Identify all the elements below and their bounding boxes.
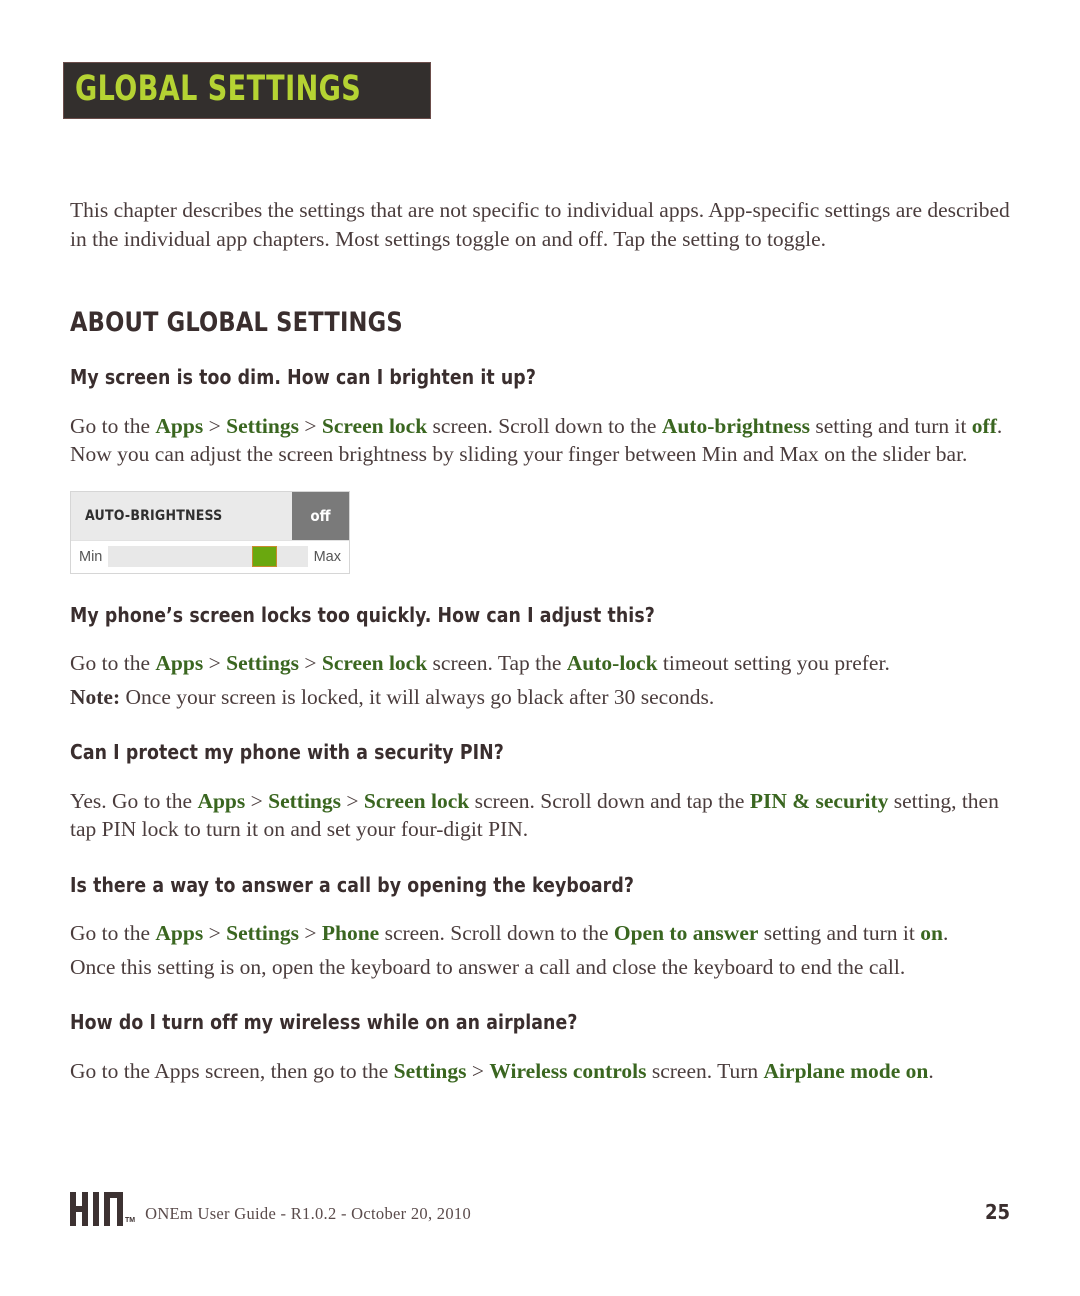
faq-answer-note: Note: Once your screen is locked, it wil…	[70, 683, 1010, 712]
inline-term-green: Settings	[226, 921, 299, 945]
inline-text: Go to the	[70, 651, 156, 675]
faq-question: Can I protect my phone with a security P…	[70, 740, 504, 764]
faq-answer: Go to the Apps > Settings > Phone screen…	[70, 919, 1010, 948]
page-footer: TM ONEm User Guide - R1.0.2 - October 20…	[70, 1192, 1010, 1226]
inline-term-green: Screen lock	[321, 651, 428, 675]
inline-text: Go to the	[70, 413, 156, 438]
inline-text: >	[341, 788, 364, 813]
auto-brightness-widget: AUTO-BRIGHTNESS off Min Max	[70, 490, 350, 574]
inline-text: >	[298, 413, 322, 438]
inline-text: screen. Tap the	[427, 651, 567, 675]
inline-text: Yes. Go to the	[70, 788, 198, 813]
faq-answer: Go to the Apps > Settings > Screen lock …	[70, 412, 1010, 469]
slider-max-label: Max	[313, 548, 341, 565]
inline-term-green: Open to answer	[613, 921, 759, 945]
inline-text: Go to the	[70, 921, 156, 945]
inline-text: Go to the Apps screen, then go to the	[70, 1058, 394, 1083]
inline-text: timeout setting you prefer.	[657, 651, 890, 675]
intro-paragraph: This chapter describes the settings that…	[70, 198, 1010, 251]
inline-term-green: Auto-lock	[566, 651, 658, 675]
inline-text: screen. Scroll down and tap the	[469, 788, 750, 813]
brightness-slider-row: Min Max	[71, 539, 349, 573]
page-number: 25	[984, 1200, 1010, 1224]
slider-min-label: Min	[79, 548, 103, 565]
faq-question: My screen is too dim. How can I brighten…	[70, 365, 536, 389]
faq-answer: Go to the Apps screen, then go to the Se…	[70, 1057, 1010, 1086]
faq-item: My phone’s screen locks too quickly. How…	[70, 602, 1010, 712]
inline-term-green: Phone	[321, 921, 380, 945]
inline-text: setting and turn it	[809, 413, 972, 438]
inline-term-green: Settings	[393, 1058, 467, 1083]
section-heading: ABOUT GLOBAL SETTINGS	[70, 307, 403, 338]
chapter-banner: GLOBAL SETTINGS	[63, 62, 431, 119]
inline-text: .	[928, 1058, 934, 1083]
inline-text: >	[203, 921, 227, 945]
inline-term-green: Screen lock	[363, 788, 470, 813]
inline-text: >	[298, 651, 322, 675]
faq-item: Is there a way to answer a call by openi…	[70, 872, 1010, 982]
inline-text: >	[203, 413, 227, 438]
faq-question: How do I turn off my wireless while on a…	[70, 1010, 578, 1034]
faq-answer: Go to the Apps > Settings > Screen lock …	[70, 649, 1010, 678]
inline-term-green: Airplane mode on	[763, 1058, 929, 1083]
faq-answer-extra: Once this setting is on, open the keyboa…	[70, 953, 1010, 982]
inline-text: Once your screen is locked, it will alwa…	[120, 684, 715, 709]
auto-brightness-toggle[interactable]: off	[292, 491, 349, 540]
inline-text: screen. Scroll down to the	[427, 413, 662, 438]
inline-term-green: PIN & security	[749, 788, 889, 813]
inline-term-green: off	[971, 413, 997, 438]
inline-text: screen. Scroll down to the	[379, 921, 614, 945]
inline-term-green: Settings	[226, 413, 299, 438]
inline-term-bold: Note:	[70, 684, 121, 709]
faq-item: Can I protect my phone with a security P…	[70, 742, 1010, 844]
inline-text: >	[203, 651, 227, 675]
inline-text: >	[245, 788, 269, 813]
inline-term-green: Wireless controls	[489, 1058, 647, 1083]
faq-question: Is there a way to answer a call by openi…	[70, 872, 634, 897]
footer-document-info: ONEm User Guide - R1.0.2 - October 20, 2…	[145, 1204, 471, 1223]
auto-brightness-label: AUTO-BRIGHTNESS	[85, 507, 223, 524]
inline-term-green: Apps	[197, 788, 246, 813]
chapter-title: GLOBAL SETTINGS	[75, 69, 362, 109]
inline-term-green: Apps	[155, 651, 204, 675]
faq-question: My phone’s screen locks too quickly. How…	[70, 602, 655, 627]
inline-text: screen. Turn	[646, 1058, 764, 1083]
brightness-slider-handle[interactable]	[251, 546, 277, 567]
kin-logo: TM	[70, 1192, 135, 1226]
faq-answer: Yes. Go to the Apps > Settings > Screen …	[70, 787, 1010, 844]
inline-term-green: on	[920, 921, 943, 945]
inline-text: .	[942, 921, 949, 945]
inline-text: >	[298, 921, 322, 945]
trademark-label: TM	[125, 1217, 136, 1224]
faq-item: My screen is too dim. How can I brighten…	[70, 367, 1010, 574]
page-content: This chapter describes the settings that…	[70, 196, 1010, 1085]
inline-term-green: Screen lock	[321, 413, 428, 438]
inline-term-green: Apps	[155, 413, 204, 438]
faq-item: How do I turn off my wireless while on a…	[70, 1012, 1010, 1085]
widget-header-row: AUTO-BRIGHTNESS off	[71, 491, 349, 540]
inline-text: >	[466, 1058, 490, 1083]
kin-wordmark-icon	[70, 1192, 123, 1226]
inline-text: Once this setting is on, open the keyboa…	[70, 954, 906, 979]
inline-term-green: Settings	[226, 651, 299, 675]
inline-term-green: Settings	[268, 788, 342, 813]
brightness-slider-track[interactable]	[108, 546, 308, 567]
inline-text: setting and turn it	[758, 921, 921, 945]
inline-term-green: Apps	[155, 921, 204, 945]
inline-term-green: Auto-brightness	[661, 413, 810, 438]
